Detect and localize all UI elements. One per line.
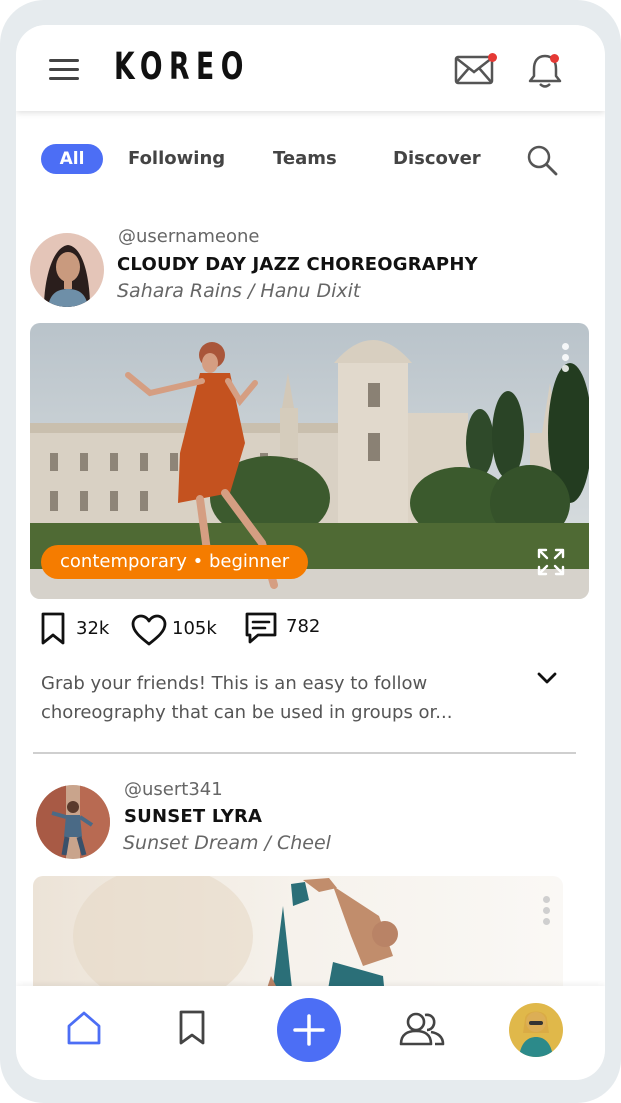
plus-icon (293, 1014, 325, 1046)
tab-following[interactable]: Following (128, 144, 225, 174)
save-button[interactable]: 32k (40, 612, 120, 645)
style-level-tag[interactable]: contemporary • beginner (41, 545, 309, 579)
post-title[interactable]: CLOUDY DAY JAZZ CHOREOGRAPHY (117, 254, 478, 275)
bookmark-icon[interactable] (178, 1010, 206, 1046)
like-count: 105k (172, 618, 217, 639)
app-screen: KOREO All Following Teams Discover @user… (16, 25, 605, 1080)
app-logo: KOREO (114, 45, 250, 88)
heart-icon (131, 614, 167, 646)
like-button[interactable]: 105k (130, 613, 220, 646)
expand-icon[interactable] (536, 547, 566, 577)
chevron-down-icon[interactable] (536, 670, 558, 686)
mail-notification-dot (488, 53, 497, 62)
comment-button[interactable]: 782 (244, 611, 334, 644)
post-username[interactable]: @usert341 (124, 779, 223, 800)
bell-icon[interactable] (525, 51, 565, 91)
save-count: 32k (76, 618, 110, 639)
create-post-button[interactable] (277, 998, 341, 1062)
tab-discover[interactable]: Discover (393, 144, 481, 174)
bookmark-icon (41, 612, 65, 645)
users-icon[interactable] (398, 1010, 446, 1048)
post-more-options-icon[interactable] (562, 343, 572, 377)
envelope-icon[interactable] (454, 53, 497, 87)
search-icon[interactable] (526, 144, 558, 176)
post-title[interactable]: SUNSET LYRA (124, 806, 262, 827)
comment-count: 782 (286, 616, 321, 637)
post-avatar[interactable] (30, 233, 104, 307)
post-video-thumbnail[interactable]: contemporary • beginner (30, 323, 589, 599)
feed-tabs: All Following Teams Discover (16, 139, 605, 179)
hamburger-menu-icon[interactable] (49, 59, 79, 81)
post-song-artist: Sunset Dream / Cheel (123, 832, 331, 854)
post-description: Grab your friends! This is an easy to fo… (41, 673, 453, 723)
tab-teams[interactable]: Teams (273, 144, 337, 174)
comment-icon (245, 612, 277, 644)
tab-all[interactable]: All (41, 144, 103, 174)
top-header: KOREO (16, 25, 605, 111)
bottom-navigation (16, 986, 605, 1080)
post-more-options-icon[interactable] (543, 896, 553, 930)
post-song-artist: Sahara Rains / Hanu Dixit (117, 280, 361, 302)
profile-avatar[interactable] (509, 1003, 563, 1057)
post-username[interactable]: @usernameone (118, 226, 260, 247)
post-avatar[interactable] (36, 785, 110, 859)
post-divider (33, 752, 576, 754)
home-icon[interactable] (66, 1010, 102, 1046)
bell-notification-dot (550, 54, 559, 63)
